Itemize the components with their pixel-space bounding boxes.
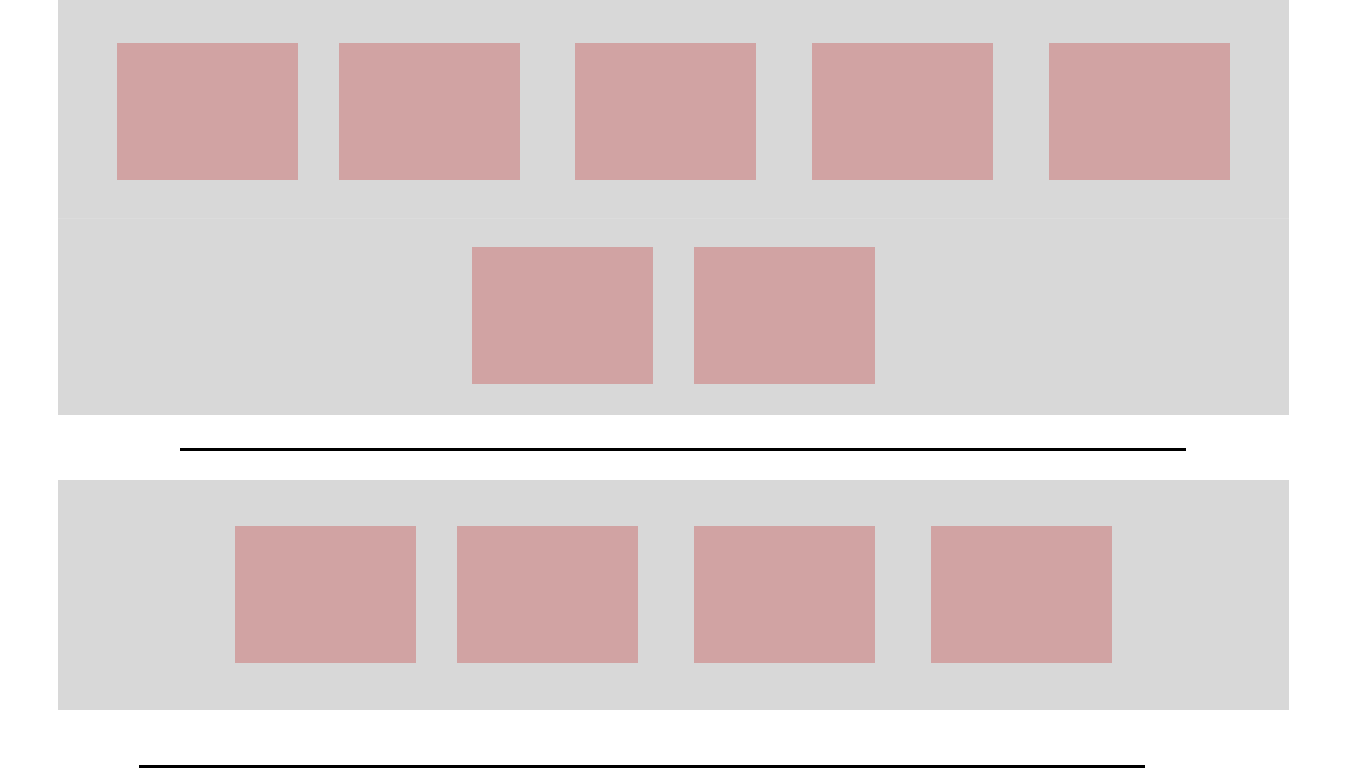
image-placeholder[interactable]: [694, 526, 875, 663]
image-placeholder[interactable]: [694, 247, 875, 384]
row-divider: [58, 218, 1289, 219]
image-placeholder[interactable]: [117, 43, 298, 180]
image-placeholder[interactable]: [235, 526, 416, 663]
image-placeholder[interactable]: [457, 526, 638, 663]
image-placeholder[interactable]: [339, 43, 520, 180]
image-placeholder[interactable]: [1049, 43, 1230, 180]
image-placeholder[interactable]: [472, 247, 653, 384]
image-placeholder[interactable]: [575, 43, 756, 180]
image-placeholder[interactable]: [812, 43, 993, 180]
image-placeholder[interactable]: [931, 526, 1112, 663]
horizontal-rule: [180, 448, 1186, 451]
